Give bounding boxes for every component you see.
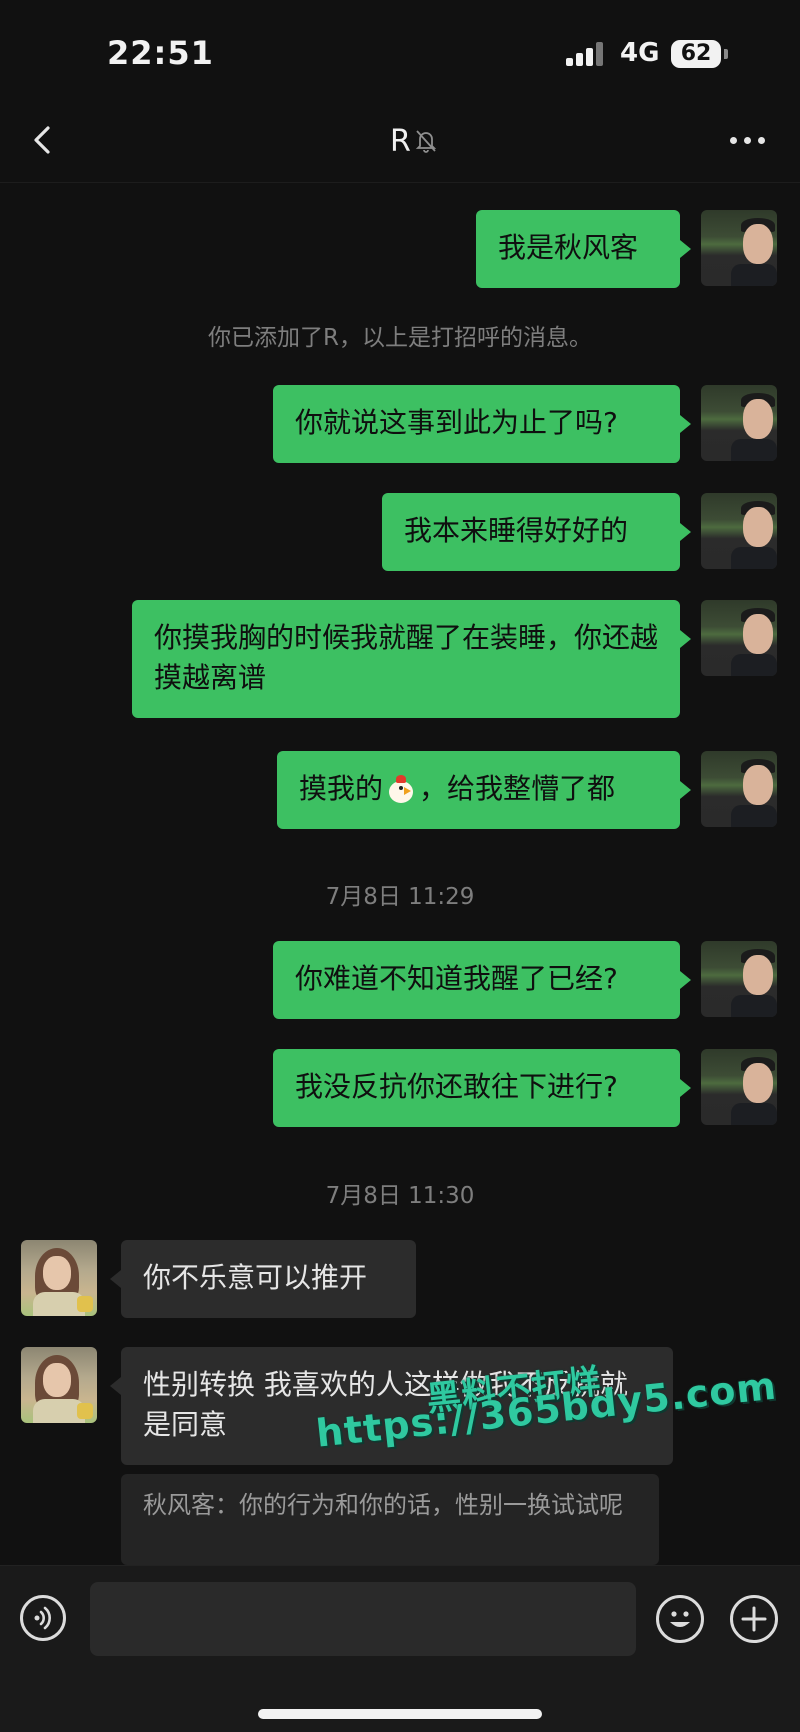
bubble-tail [680, 630, 691, 648]
chat-screen: 22:51 4G 62 R 我是秋风客 你已添加了R，以上是打招呼的消息。 你就… [0, 0, 800, 1732]
peer-avatar[interactable] [21, 1240, 97, 1316]
message-bubble-outgoing[interactable]: 我本来睡得好好的 [382, 493, 680, 571]
chicken-emoji [385, 773, 417, 803]
message-text: ，给我整懵了都 [419, 772, 616, 805]
message-input[interactable] [90, 1582, 636, 1656]
network-type: 4G [620, 38, 660, 68]
chat-title: R [390, 124, 411, 159]
battery-tip [724, 49, 728, 59]
self-avatar[interactable] [701, 493, 777, 569]
chevron-left-icon[interactable] [24, 120, 64, 160]
message-bubble-outgoing[interactable]: 你就说这事到此为止了吗? [273, 385, 680, 463]
bubble-tail [680, 1079, 691, 1097]
timestamp: 7月8日 11:29 [325, 884, 475, 910]
message-bubble-outgoing[interactable]: 我没反抗你还敢往下进行? [273, 1049, 680, 1127]
ellipsis-icon[interactable] [726, 118, 770, 158]
bubble-tail [680, 415, 691, 433]
bell-slash-icon [415, 130, 437, 153]
self-avatar[interactable] [701, 751, 777, 827]
bubble-tail [680, 523, 691, 541]
self-avatar[interactable] [701, 385, 777, 461]
quoted-message[interactable]: 秋风客：你的行为和你的话，性别一换试试呢 [121, 1474, 659, 1565]
message-bubble-outgoing[interactable]: 我是秋风客 [476, 210, 680, 288]
message-bubble-incoming[interactable]: 你不乐意可以推开 [121, 1240, 416, 1318]
input-bar [0, 1565, 800, 1732]
signal-icon [566, 42, 610, 66]
self-avatar[interactable] [701, 1049, 777, 1125]
bubble-tail [110, 1377, 121, 1395]
bubble-tail [680, 781, 691, 799]
bubble-tail [110, 1270, 121, 1288]
battery-icon: 62 [671, 40, 721, 68]
smile-icon[interactable] [656, 1595, 704, 1643]
voice-icon[interactable] [20, 1595, 66, 1641]
message-text: 摸我的 [299, 772, 384, 805]
timestamp: 7月8日 11:30 [325, 1183, 475, 1209]
message-bubble-outgoing[interactable]: 摸我的 ，给我整懵了都 [277, 751, 680, 829]
status-time: 22:51 [107, 34, 214, 72]
plus-icon[interactable] [730, 1595, 778, 1643]
bubble-tail [680, 971, 691, 989]
status-bar: 22:51 4G 62 [0, 0, 800, 100]
message-bubble-outgoing[interactable]: 你摸我胸的时候我就醒了在装睡，你还越摸越离谱 [132, 600, 680, 718]
chat-header: R [0, 100, 800, 183]
self-avatar[interactable] [701, 941, 777, 1017]
self-avatar[interactable] [701, 600, 777, 676]
system-notice: 你已添加了R，以上是打招呼的消息。 [208, 325, 592, 351]
self-avatar[interactable] [701, 210, 777, 286]
bubble-tail [680, 240, 691, 258]
message-bubble-outgoing[interactable]: 你难道不知道我醒了已经? [273, 941, 680, 1019]
peer-avatar[interactable] [21, 1347, 97, 1423]
message-list[interactable]: 我是秋风客 你已添加了R，以上是打招呼的消息。 你就说这事到此为止了吗? 我本来… [0, 183, 800, 1565]
home-indicator[interactable] [258, 1709, 542, 1719]
